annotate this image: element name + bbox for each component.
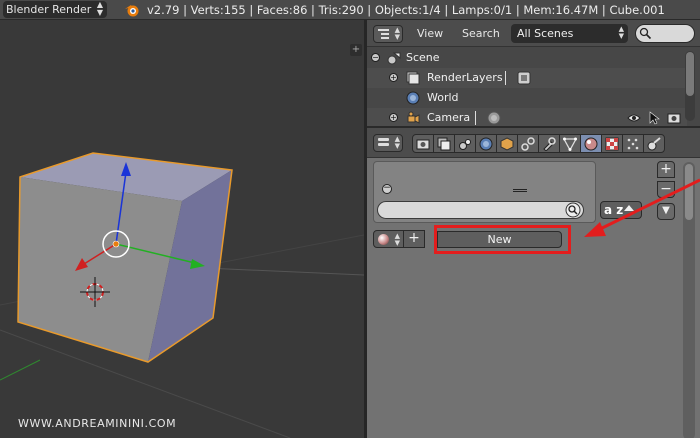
tree-item-camera[interactable]: + Camera xyxy=(367,108,687,126)
tree-item-label: World xyxy=(427,91,459,104)
tab-modifiers[interactable] xyxy=(538,134,560,153)
tab-world[interactable] xyxy=(475,134,497,153)
properties-header: ▲ ▼ xyxy=(367,128,700,158)
data-icon xyxy=(563,137,577,151)
add-material-plus[interactable]: + xyxy=(403,230,425,248)
camera-data-icon[interactable] xyxy=(487,111,501,125)
updown-arrows-icon: ▲ ▼ xyxy=(394,26,400,41)
tree-item-label: RenderLayers xyxy=(427,71,503,84)
scrollbar-thumb[interactable] xyxy=(686,52,694,96)
outliner-icon xyxy=(378,29,389,39)
highlight-annotation-box xyxy=(434,225,571,254)
tree-item-scene[interactable]: − Scene xyxy=(367,48,687,68)
world-icon xyxy=(479,137,493,151)
resize-grip-icon[interactable] xyxy=(513,189,527,192)
tree-item-renderlayers[interactable]: + RenderLayers xyxy=(367,68,687,88)
world-icon xyxy=(406,91,420,105)
properties-icon xyxy=(378,138,389,146)
3d-viewport[interactable]: + WWW.ANDREAMININI.COM xyxy=(0,20,364,438)
context-tabs xyxy=(412,134,665,153)
modifiers-icon xyxy=(543,137,556,151)
info-header: Blender Render ▲ ▼ v2.79 | Verts:155 | Fa… xyxy=(0,0,700,20)
material-icon xyxy=(584,137,598,151)
editor-type-select[interactable]: ▲ ▼ xyxy=(373,134,403,152)
updown-arrows-icon: ▲ ▼ xyxy=(394,135,400,150)
constraints-icon xyxy=(521,137,535,151)
search-icon xyxy=(639,27,652,40)
updown-arrows-icon: ▲ ▼ xyxy=(394,232,400,247)
scene-stats: v2.79 | Verts:155 | Faces:86 | Tris:290 … xyxy=(147,3,665,17)
browse-material-button[interactable]: ▲ ▼ xyxy=(373,230,404,248)
tab-material[interactable] xyxy=(580,134,602,153)
tab-particles[interactable] xyxy=(622,134,644,153)
annotation-arrow xyxy=(584,178,700,237)
outliner-search-field[interactable] xyxy=(635,24,695,43)
remove-circle-icon[interactable]: − xyxy=(382,184,392,194)
display-mode-select[interactable]: All Scenes ▲ ▼ xyxy=(511,24,628,43)
collapse-icon[interactable]: − xyxy=(371,53,380,62)
tab-object[interactable] xyxy=(496,134,518,153)
render-layers-icon xyxy=(437,137,451,151)
updown-arrows-icon: ▲ ▼ xyxy=(96,0,103,17)
tab-render[interactable] xyxy=(412,134,434,153)
object-icon xyxy=(500,137,514,151)
render-camera-icon[interactable] xyxy=(667,111,681,125)
cursor-select-icon[interactable] xyxy=(647,111,661,125)
menu-view[interactable]: View xyxy=(417,27,443,40)
expand-icon[interactable]: + xyxy=(389,73,398,82)
render-engine-label: Blender Render xyxy=(6,3,92,16)
renderlayers-icon xyxy=(406,71,420,85)
tab-texture[interactable] xyxy=(601,134,623,153)
scene-icon xyxy=(459,139,471,150)
material-slots-list[interactable]: − xyxy=(373,161,596,223)
outliner-scrollbar[interactable] xyxy=(685,51,695,121)
particles-icon xyxy=(627,138,639,150)
tab-constraints[interactable] xyxy=(517,134,539,153)
tab-data[interactable] xyxy=(559,134,581,153)
material-sphere-icon xyxy=(378,234,389,245)
expand-icon[interactable]: + xyxy=(389,113,398,122)
render-engine-select[interactable]: Blender Render ▲ ▼ xyxy=(3,1,107,18)
eye-icon[interactable] xyxy=(627,111,641,125)
tab-scene[interactable] xyxy=(454,134,476,153)
updown-arrows-icon: ▲ ▼ xyxy=(618,25,624,40)
render-layer-icon[interactable] xyxy=(517,71,531,85)
slot-filter-field[interactable] xyxy=(377,201,584,219)
camera-object-icon xyxy=(407,111,420,124)
editor-type-select[interactable]: ▲ ▼ xyxy=(373,25,403,43)
y-axis-line xyxy=(0,359,41,381)
menu-search[interactable]: Search xyxy=(462,27,500,40)
separator xyxy=(505,71,506,85)
scene-icon xyxy=(387,52,401,65)
texture-icon xyxy=(605,137,619,151)
tree-item-label: Camera xyxy=(427,111,471,124)
outliner-header: ▲ ▼ View Search All Scenes ▲ ▼ xyxy=(367,20,700,47)
render-icon xyxy=(416,139,430,150)
tab-render-layers[interactable] xyxy=(433,134,455,153)
display-mode-label: All Scenes xyxy=(517,27,574,40)
blender-logo-icon xyxy=(125,5,139,17)
tree-item-world[interactable]: World xyxy=(367,88,687,108)
separator xyxy=(475,111,476,125)
viewport-canvas xyxy=(0,152,364,438)
outliner-editor: ▲ ▼ View Search All Scenes ▲ ▼ − Scene + R… xyxy=(367,20,700,126)
tab-physics[interactable] xyxy=(643,134,665,153)
watermark-text: WWW.ANDREAMININI.COM xyxy=(18,417,177,430)
tree-item-label: Scene xyxy=(406,51,440,64)
viewport-toolshelf-toggle[interactable]: + xyxy=(350,44,362,56)
physics-icon xyxy=(647,137,661,151)
